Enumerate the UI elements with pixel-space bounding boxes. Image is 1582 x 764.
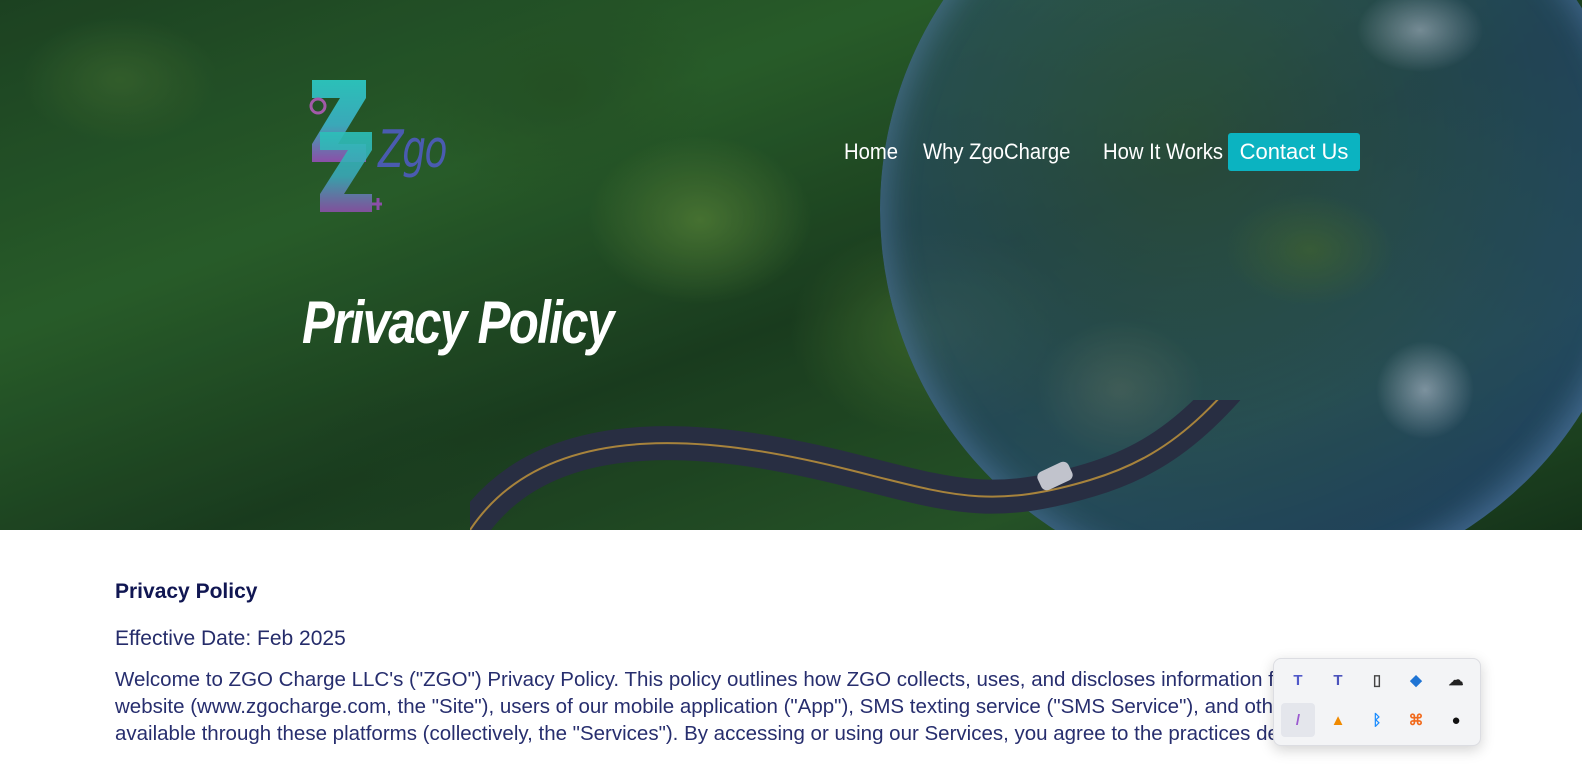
policy-content: Privacy Policy Effective Date: Feb 2025 …: [115, 580, 1455, 747]
vlc-cone-icon[interactable]: ▲: [1321, 703, 1355, 737]
onedrive-offline-icon[interactable]: ☁: [1439, 663, 1473, 697]
usb-drive-icon[interactable]: ▯: [1360, 663, 1394, 697]
nav-how-it-works[interactable]: How It Works: [1103, 139, 1223, 165]
xampp-icon[interactable]: ⌘: [1399, 703, 1433, 737]
brand-name[interactable]: Zgo: [378, 120, 447, 180]
hero-banner: Zgo Home Why ZgoCharge How It Works Cont…: [0, 0, 1582, 530]
circle-badge-icon[interactable]: ●: [1439, 703, 1473, 737]
policy-intro-paragraph: Welcome to ZGO Charge LLC's ("ZGO") Priv…: [115, 668, 1437, 745]
hero-overlay: [0, 0, 1582, 530]
main-nav: Home Why ZgoCharge How It Works Contact …: [844, 133, 1360, 171]
contact-us-button[interactable]: Contact Us: [1228, 133, 1360, 171]
effective-date: Effective Date: Feb 2025: [115, 627, 346, 650]
feather-pen-icon[interactable]: /: [1281, 703, 1315, 737]
teams-classic-icon[interactable]: T: [1321, 663, 1355, 697]
nav-home[interactable]: Home: [844, 139, 898, 165]
bluetooth-icon[interactable]: ᛒ: [1360, 703, 1394, 737]
nav-why-zgocharge[interactable]: Why ZgoCharge: [923, 139, 1070, 165]
page-title: Privacy Policy: [302, 289, 614, 356]
defender-warning-icon[interactable]: ◆: [1399, 663, 1433, 697]
policy-heading: Privacy Policy: [115, 580, 258, 603]
system-tray-overflow: T T ▯ ◆ ☁ / ▲ ᛒ ⌘ ●: [1273, 658, 1481, 746]
teams-icon[interactable]: T: [1281, 663, 1315, 697]
